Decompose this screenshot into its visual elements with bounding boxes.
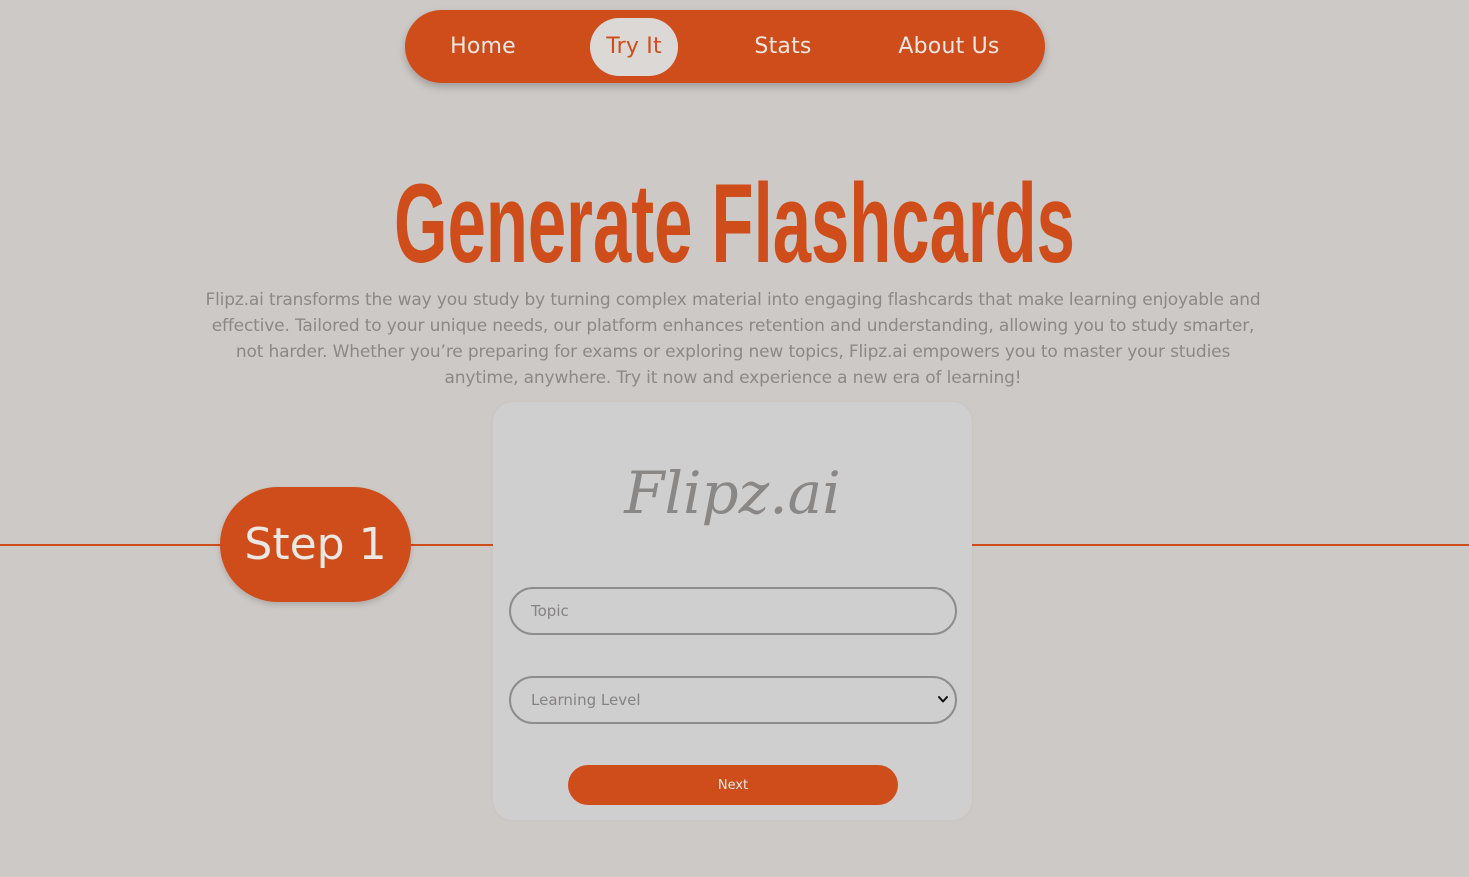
nav-try-it[interactable]: Try It [590,18,678,76]
topic-input[interactable] [509,587,957,635]
nav-stats[interactable]: Stats [743,19,823,75]
nav-about-us[interactable]: About Us [893,19,1005,75]
nav-home[interactable]: Home [443,19,523,75]
learning-level-select[interactable]: Learning Level [509,676,957,724]
next-button[interactable]: Next [568,765,898,805]
brand-logo: Flipz.ai [624,459,841,527]
learning-level-value: Learning Level [531,691,641,709]
intro-description: Flipz.ai transforms the way you study by… [205,290,1261,388]
page-title: Generate Flashcards [394,159,1075,287]
step-line-right [972,544,1469,546]
flashcard-form-card: Flipz.ai Learning Level Next [493,402,972,820]
chevron-down-icon [938,696,948,703]
top-nav: Home Try It Stats About Us [405,10,1045,83]
step-badge: Step 1 [220,487,411,602]
